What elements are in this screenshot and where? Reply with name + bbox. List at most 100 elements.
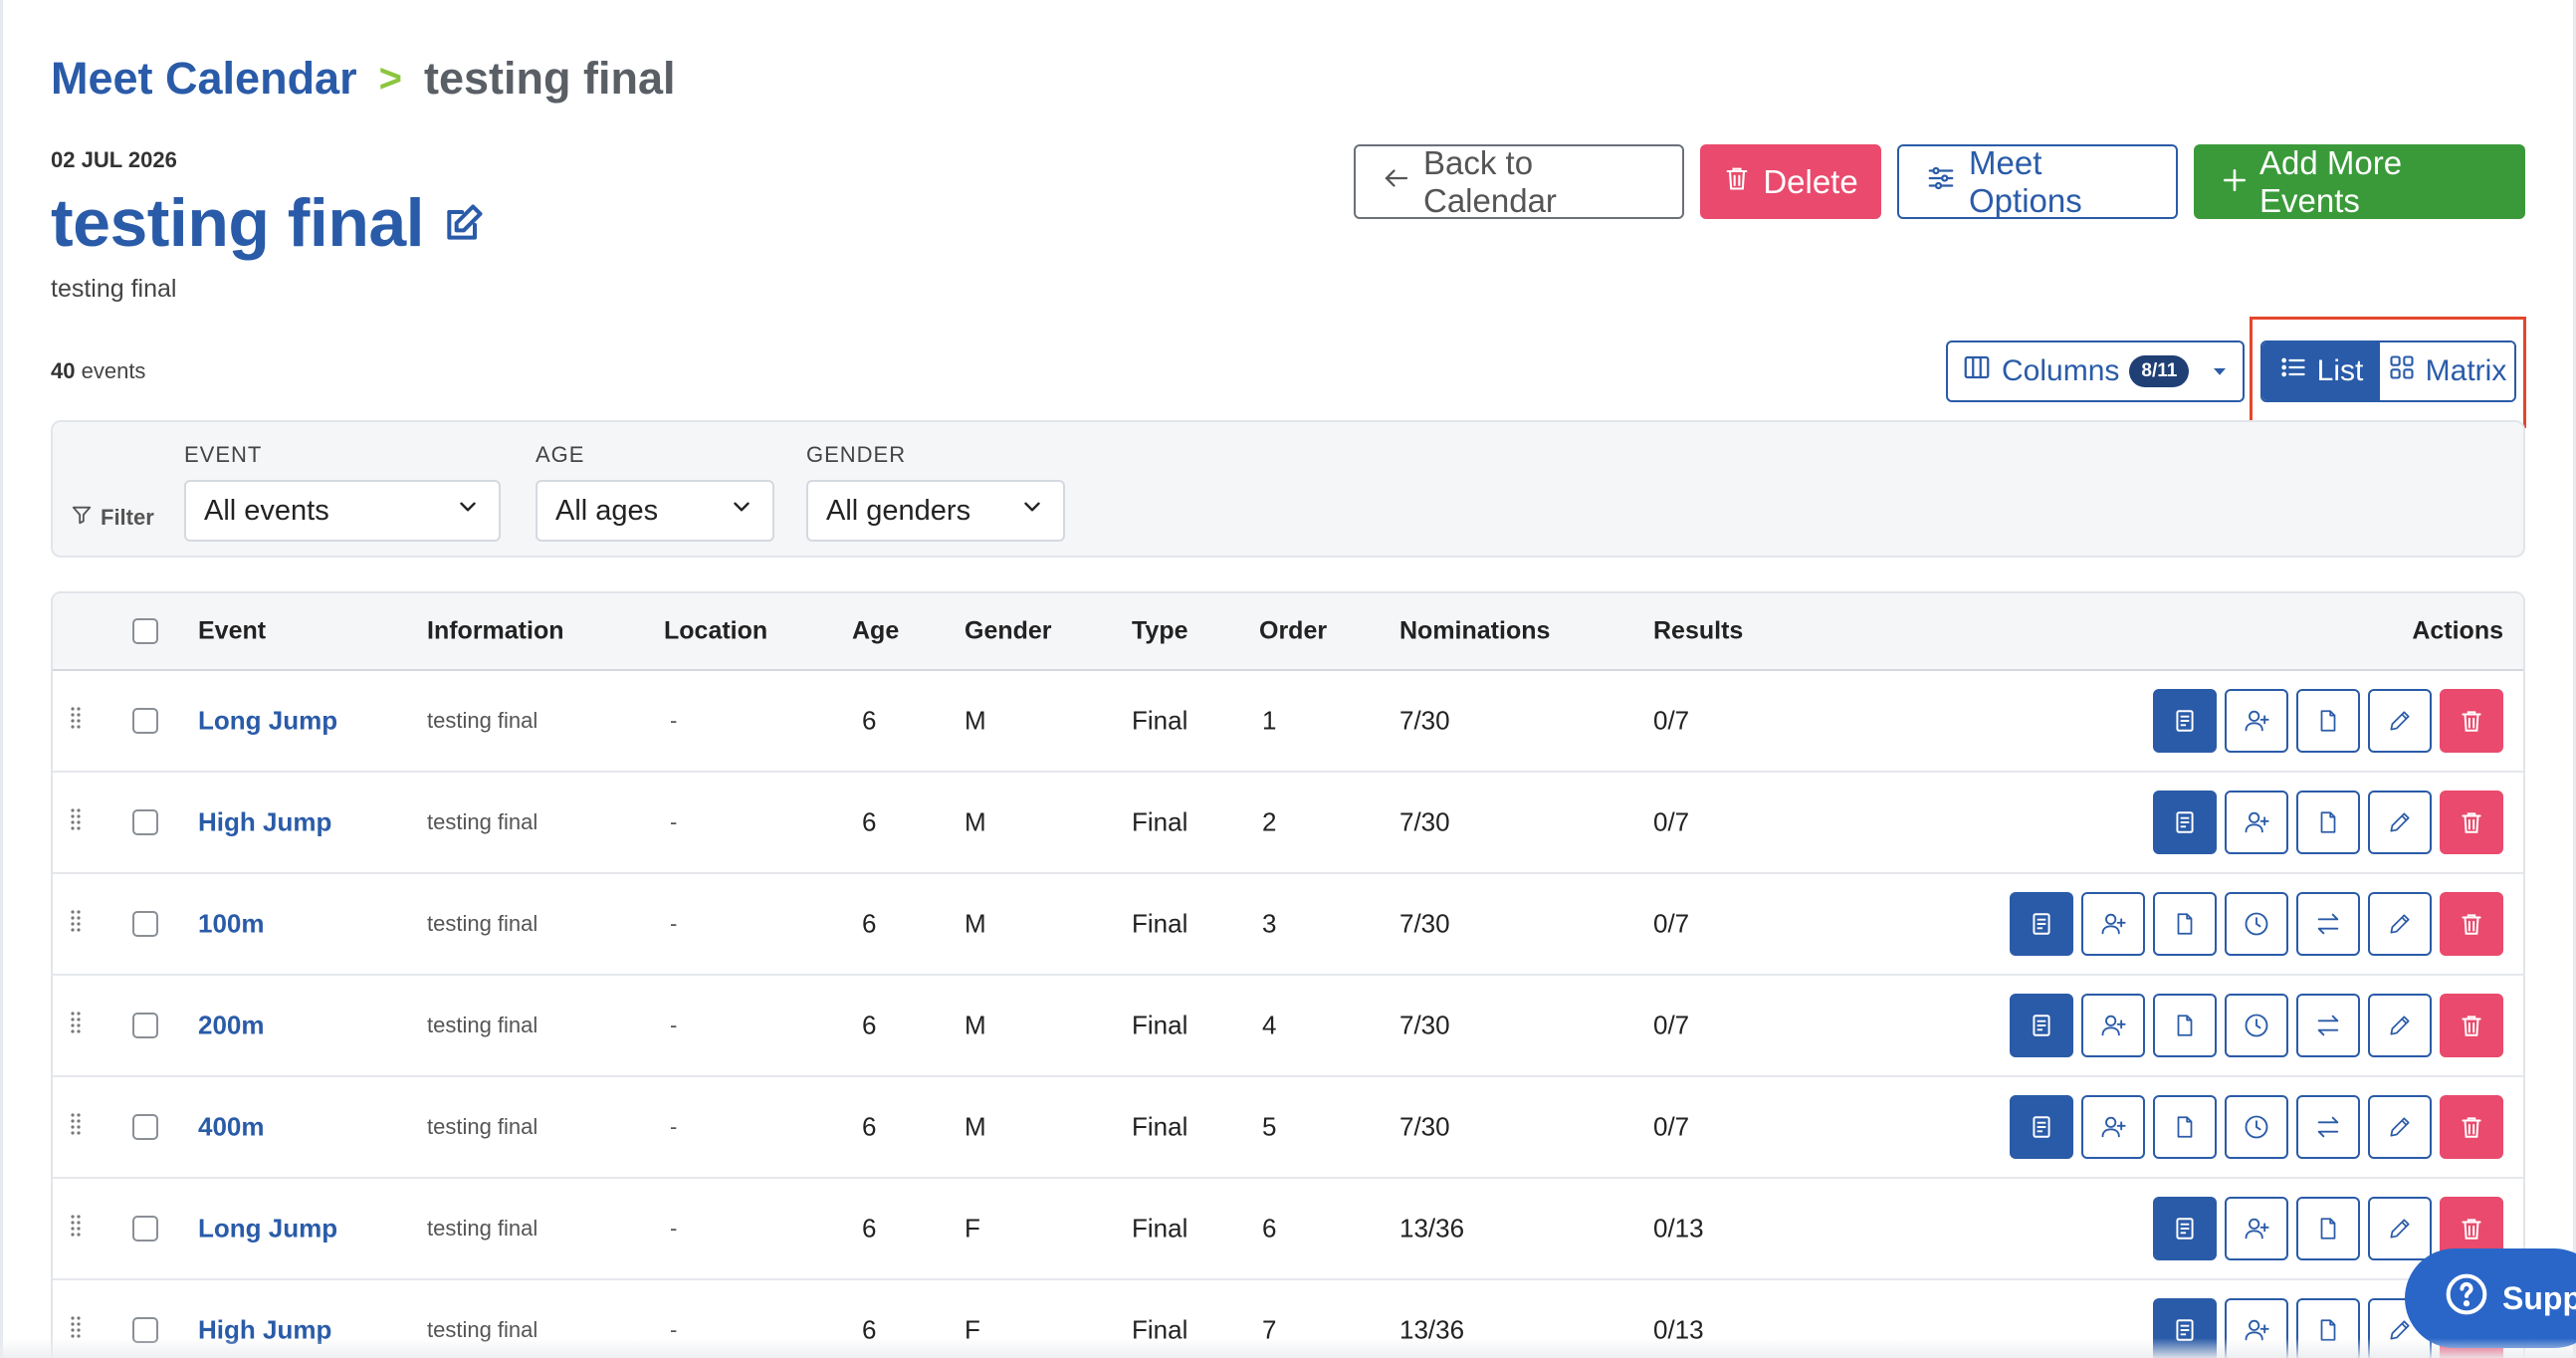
view-action-button[interactable] (2010, 1095, 2073, 1159)
event-filter-select[interactable]: All events (184, 480, 501, 542)
meet-options-label: Meet Options (1969, 143, 2082, 219)
header-information[interactable]: Information (427, 617, 564, 646)
document-action-button[interactable] (2296, 689, 2360, 753)
swap-action-button[interactable] (2296, 994, 2360, 1057)
document-action-button[interactable] (2296, 791, 2360, 854)
sliders-icon (1925, 163, 1957, 201)
view-action-button[interactable] (2010, 892, 2073, 956)
view-action-button[interactable] (2153, 1197, 2217, 1260)
table-row: High Jump testing final - 6 M Final 2 7/30 0/7 (53, 773, 2523, 874)
document-action-button[interactable] (2153, 1095, 2217, 1159)
event-type: Final (1132, 705, 1188, 736)
nominate-action-button[interactable] (2225, 1197, 2288, 1260)
header-location[interactable]: Location (664, 617, 767, 646)
header-type[interactable]: Type (1132, 617, 1188, 646)
nominate-action-button[interactable] (2081, 994, 2145, 1057)
row-checkbox[interactable] (132, 1114, 158, 1140)
row-checkbox[interactable] (132, 809, 158, 835)
header-nominations[interactable]: Nominations (1399, 617, 1550, 646)
event-gender: F (965, 1213, 980, 1244)
delete-meet-button[interactable]: Delete (1700, 144, 1881, 219)
view-action-button[interactable] (2153, 689, 2217, 753)
event-order: 5 (1262, 1111, 1277, 1142)
event-link[interactable]: 100m (198, 909, 265, 940)
event-link[interactable]: Long Jump (198, 1214, 337, 1245)
document-action-button[interactable] (2153, 892, 2217, 956)
row-checkbox[interactable] (132, 1013, 158, 1038)
row-checkbox[interactable] (132, 911, 158, 937)
delete-action-button[interactable] (2440, 994, 2503, 1057)
view-action-button[interactable] (2010, 994, 2073, 1057)
swap-action-button[interactable] (2296, 892, 2360, 956)
nominate-athlete-icon (2243, 1215, 2270, 1243)
pencil-icon (2387, 1013, 2413, 1038)
edit-action-button[interactable] (2368, 994, 2432, 1057)
edit-action-button[interactable] (2368, 1197, 2432, 1260)
event-link[interactable]: 400m (198, 1112, 265, 1143)
add-more-events-button[interactable]: Add More Events (2194, 144, 2525, 219)
view-toggle: List Matrix (2260, 340, 2516, 402)
view-results-icon (2172, 809, 2198, 835)
drag-handle-icon[interactable] (71, 909, 81, 939)
select-all-checkbox[interactable] (132, 618, 158, 644)
event-results: 0/7 (1653, 1010, 1690, 1040)
nominate-action-button[interactable] (2225, 791, 2288, 854)
event-link[interactable]: 200m (198, 1011, 265, 1041)
row-checkbox[interactable] (132, 1216, 158, 1242)
chevron-down-icon (455, 494, 481, 528)
meet-options-button[interactable]: Meet Options (1897, 144, 2178, 219)
age-filter-select[interactable]: All ages (536, 480, 774, 542)
delete-action-button[interactable] (2440, 689, 2503, 753)
event-nominations: 7/30 (1399, 1111, 1450, 1142)
header-order[interactable]: Order (1259, 617, 1327, 646)
bottom-fade (0, 1338, 2576, 1358)
edit-action-button[interactable] (2368, 1095, 2432, 1159)
delete-label: Delete (1763, 162, 1858, 200)
nominate-athlete-icon (2243, 808, 2270, 836)
event-location: - (670, 708, 678, 733)
timing-action-button[interactable] (2225, 1095, 2288, 1159)
columns-dropdown-button[interactable]: Columns 8/11 (1946, 340, 2245, 402)
list-view-button[interactable]: List (2262, 342, 2380, 400)
drag-handle-icon[interactable] (71, 1214, 81, 1244)
event-type: Final (1132, 806, 1188, 837)
event-link[interactable]: High Jump (198, 807, 331, 838)
row-checkbox[interactable] (132, 708, 158, 734)
drag-handle-icon[interactable] (71, 706, 81, 736)
edit-action-button[interactable] (2368, 791, 2432, 854)
drag-handle-icon[interactable] (71, 807, 81, 837)
swap-action-button[interactable] (2296, 1095, 2360, 1159)
nominate-action-button[interactable] (2081, 1095, 2145, 1159)
edit-title-icon[interactable] (442, 201, 486, 245)
row-actions (2153, 689, 2503, 753)
header-age[interactable]: Age (852, 617, 899, 646)
back-to-calendar-button[interactable]: Back to Calendar (1354, 144, 1684, 219)
grid-icon (2388, 353, 2416, 389)
edit-action-button[interactable] (2368, 689, 2432, 753)
nominate-action-button[interactable] (2081, 892, 2145, 956)
nominate-action-button[interactable] (2225, 689, 2288, 753)
gender-filter-select[interactable]: All genders (806, 480, 1065, 542)
header-event[interactable]: Event (198, 617, 266, 646)
event-results: 0/7 (1653, 908, 1690, 939)
timing-action-button[interactable] (2225, 892, 2288, 956)
delete-action-button[interactable] (2440, 1095, 2503, 1159)
event-nominations: 7/30 (1399, 806, 1450, 837)
drag-handle-icon[interactable] (71, 1112, 81, 1142)
event-link[interactable]: Long Jump (198, 706, 337, 737)
event-age: 6 (862, 1213, 877, 1244)
breadcrumb-meet-calendar[interactable]: Meet Calendar (51, 53, 357, 105)
matrix-view-button[interactable]: Matrix (2380, 342, 2514, 400)
delete-action-button[interactable] (2440, 892, 2503, 956)
trash-icon (2459, 911, 2484, 937)
delete-action-button[interactable] (2440, 791, 2503, 854)
document-action-button[interactable] (2153, 994, 2217, 1057)
edit-action-button[interactable] (2368, 892, 2432, 956)
timing-action-button[interactable] (2225, 994, 2288, 1057)
support-widget-button[interactable]: Supp (2405, 1248, 2576, 1348)
header-gender[interactable]: Gender (965, 617, 1052, 646)
view-action-button[interactable] (2153, 791, 2217, 854)
header-results[interactable]: Results (1653, 617, 1743, 646)
document-action-button[interactable] (2296, 1197, 2360, 1260)
drag-handle-icon[interactable] (71, 1011, 81, 1040)
